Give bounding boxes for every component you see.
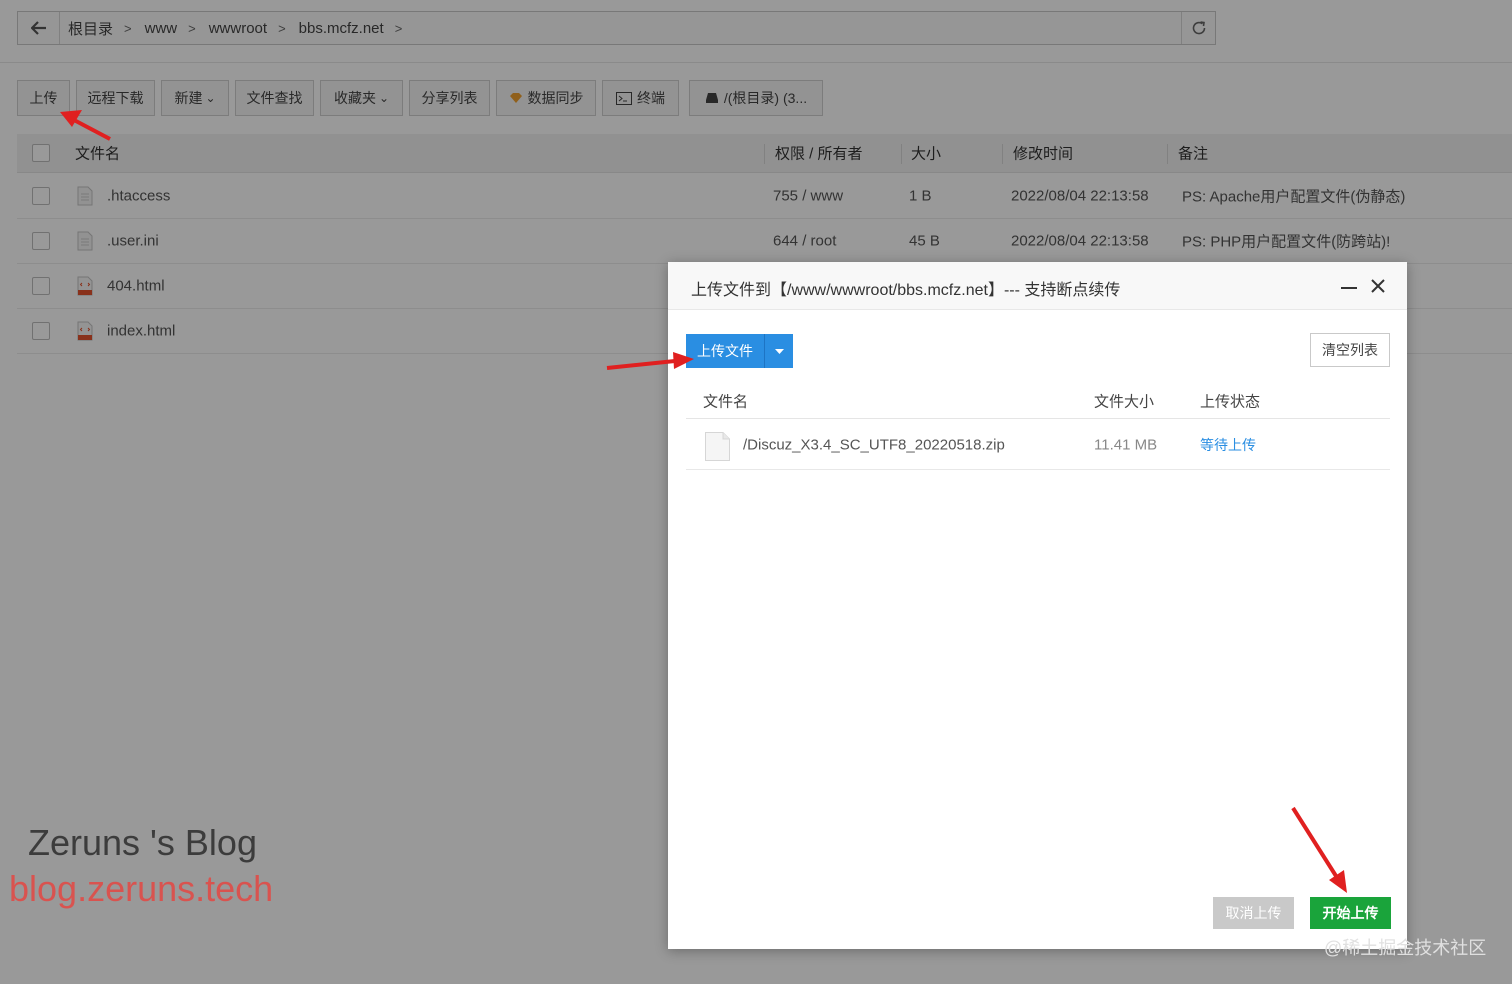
dialog-header: 上传文件到【/www/wwwroot/bbs.mcfz.net】--- 支持断点… <box>668 262 1407 310</box>
upload-file-size: 11.41 MB <box>1094 436 1158 453</box>
file-icon <box>705 432 730 461</box>
upload-file-name: /Discuz_X3.4_SC_UTF8_20220518.zip <box>743 436 1005 453</box>
col-filesize-header: 文件大小 <box>1094 393 1155 411</box>
start-upload-button[interactable]: 开始上传 <box>1310 897 1391 929</box>
cancel-upload-label: 取消上传 <box>1225 905 1282 921</box>
upload-file-row[interactable]: /Discuz_X3.4_SC_UTF8_20220518.zip 11.41 … <box>686 420 1390 470</box>
col-status-header: 上传状态 <box>1200 393 1261 411</box>
upload-options-dropdown[interactable] <box>765 334 793 368</box>
start-upload-label: 开始上传 <box>1322 905 1379 921</box>
watermark-blog-url: blog.zeruns.tech <box>9 868 274 909</box>
dialog-title: 上传文件到【/www/wwwroot/bbs.mcfz.net】--- 支持断点… <box>691 282 1121 299</box>
upload-dialog: 上传文件到【/www/wwwroot/bbs.mcfz.net】--- 支持断点… <box>668 262 1407 949</box>
upload-file-button[interactable]: 上传文件 <box>686 334 765 368</box>
upload-table-header: 文件名 文件大小 上传状态 <box>686 384 1390 419</box>
close-icon[interactable] <box>1369 277 1387 295</box>
col-filename-header: 文件名 <box>703 393 749 411</box>
minimize-icon[interactable] <box>1340 278 1358 296</box>
cancel-upload-button[interactable]: 取消上传 <box>1213 897 1294 929</box>
watermark-corner: @稀土掘金技术社区 <box>1324 938 1487 958</box>
upload-file-label: 上传文件 <box>697 343 753 359</box>
clear-list-button[interactable]: 清空列表 <box>1310 333 1390 367</box>
upload-file-split-button: 上传文件 <box>686 334 793 368</box>
caret-down-icon <box>774 348 784 354</box>
watermark-blog-name: Zeruns 's Blog <box>28 822 257 863</box>
clear-list-label: 清空列表 <box>1322 342 1378 358</box>
upload-file-status: 等待上传 <box>1200 436 1256 453</box>
